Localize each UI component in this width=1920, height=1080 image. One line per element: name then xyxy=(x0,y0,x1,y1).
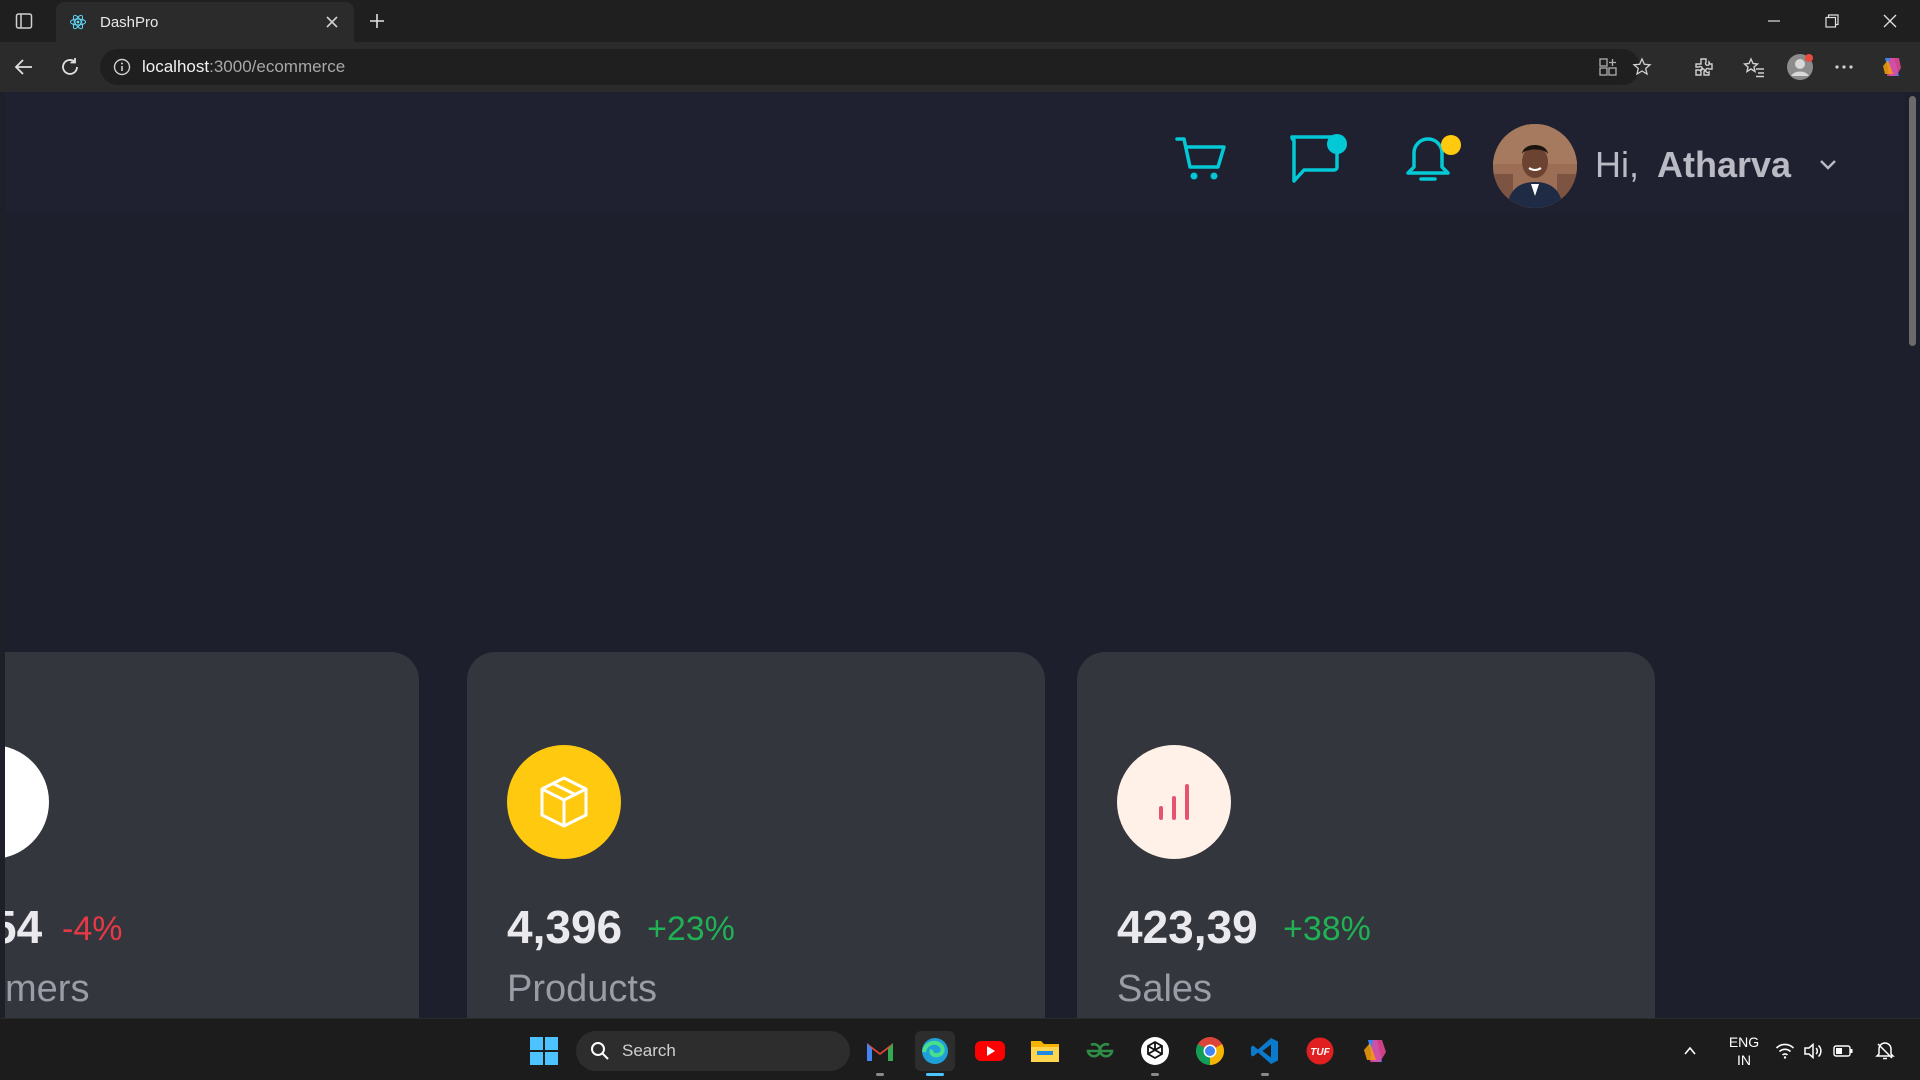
battery-icon[interactable] xyxy=(1832,1033,1854,1069)
card-label: Products xyxy=(507,968,657,1010)
minimize-icon[interactable] xyxy=(1752,6,1796,36)
youtube-icon[interactable] xyxy=(970,1031,1010,1071)
svg-text:TUF: TUF xyxy=(1310,1047,1330,1058)
close-tab-icon[interactable] xyxy=(322,12,342,32)
cart-icon[interactable] xyxy=(1171,128,1231,188)
more-options-icon[interactable] xyxy=(1830,53,1858,81)
running-indicator xyxy=(876,1073,884,1076)
customers-card: 54 -4% mers xyxy=(5,652,419,1018)
volume-icon[interactable] xyxy=(1802,1033,1824,1069)
chrome-icon[interactable] xyxy=(1190,1031,1230,1071)
dashboard-page: Hi, Atharva 54 -4% mers 4,396 +23% Produ… xyxy=(5,92,1905,1018)
tab-title: DashPro xyxy=(100,13,159,31)
card-change: +23% xyxy=(647,910,735,948)
bar-chart-icon xyxy=(1117,745,1231,859)
greeting-text: Hi, xyxy=(1595,144,1639,185)
site-info-icon[interactable] xyxy=(112,57,132,77)
app-available-icon[interactable] xyxy=(1594,53,1622,81)
card-label: mers xyxy=(5,968,90,1010)
running-indicator xyxy=(1261,1073,1269,1076)
chevron-down-icon[interactable] xyxy=(1813,150,1843,180)
chatgpt-icon[interactable] xyxy=(1135,1031,1175,1076)
close-window-icon[interactable] xyxy=(1868,6,1912,36)
sales-card: 423,39 +38% Sales xyxy=(1077,652,1655,1018)
active-indicator xyxy=(926,1073,944,1076)
chat-notification-dot xyxy=(1327,134,1347,154)
notification-dot xyxy=(1441,135,1461,155)
favorites-icon[interactable] xyxy=(1740,53,1768,81)
user-name: Atharva xyxy=(1657,144,1792,185)
card-change: -4% xyxy=(62,910,123,948)
profile-icon[interactable] xyxy=(1786,53,1814,81)
browser-toolbar: localhost:3000/ecommerce xyxy=(0,42,1920,92)
copilot-icon[interactable] xyxy=(1878,53,1906,81)
back-icon[interactable] xyxy=(10,53,38,81)
windows-taskbar: Search TUF ENG IN xyxy=(0,1018,1920,1080)
address-bar[interactable]: localhost:3000/ecommerce xyxy=(100,49,1652,85)
card-label: Sales xyxy=(1117,968,1213,1010)
tab-actions-icon[interactable] xyxy=(12,9,36,33)
gmail-icon[interactable] xyxy=(860,1031,900,1076)
search-icon xyxy=(591,1042,609,1060)
page-scrollbar[interactable] xyxy=(1905,92,1920,1018)
geeksforgeeks-icon[interactable] xyxy=(1080,1031,1120,1071)
vscode-icon[interactable] xyxy=(1245,1031,1285,1076)
favorite-star-icon[interactable] xyxy=(1628,53,1656,81)
search-placeholder: Search xyxy=(622,1041,676,1060)
products-card: 4,396 +23% Products xyxy=(467,652,1045,1018)
tuf-icon[interactable]: TUF xyxy=(1300,1031,1340,1071)
card-value: 54 xyxy=(5,901,43,953)
copilot-app-icon[interactable] xyxy=(1355,1031,1395,1071)
scrollbar-thumb[interactable] xyxy=(1909,96,1916,346)
show-hidden-icons-icon[interactable] xyxy=(1676,1033,1704,1069)
react-icon xyxy=(68,12,88,32)
start-icon[interactable] xyxy=(524,1031,564,1071)
edge-icon[interactable] xyxy=(915,1031,955,1076)
language-code: ENG xyxy=(1728,1034,1760,1050)
region-code: IN xyxy=(1737,1052,1751,1068)
new-tab-icon[interactable] xyxy=(364,8,390,34)
running-indicator xyxy=(1151,1073,1159,1076)
url-host: localhost xyxy=(142,57,210,76)
box-icon xyxy=(507,745,621,859)
refresh-icon[interactable] xyxy=(56,53,84,81)
avatar[interactable] xyxy=(1493,124,1577,208)
card-change: +38% xyxy=(1283,910,1371,948)
browser-tab[interactable]: DashPro xyxy=(56,2,354,42)
extensions-icon[interactable] xyxy=(1690,53,1718,81)
top-navbar: Hi, Atharva xyxy=(5,92,1905,212)
customers-icon xyxy=(5,745,49,859)
url-path: :3000/ecommerce xyxy=(209,57,346,76)
card-value: 423,39 xyxy=(1117,901,1258,953)
browser-tab-bar: DashPro xyxy=(0,0,1920,42)
taskbar-search[interactable]: Search xyxy=(576,1031,850,1071)
notifications-icon[interactable] xyxy=(1872,1033,1898,1069)
user-greeting[interactable]: Hi, Atharva xyxy=(1595,144,1791,186)
card-value: 4,396 xyxy=(507,901,623,953)
language-indicator[interactable]: ENG IN xyxy=(1722,1033,1766,1069)
restore-icon[interactable] xyxy=(1810,6,1854,36)
file-explorer-icon[interactable] xyxy=(1025,1031,1065,1071)
wifi-icon[interactable] xyxy=(1774,1033,1796,1069)
